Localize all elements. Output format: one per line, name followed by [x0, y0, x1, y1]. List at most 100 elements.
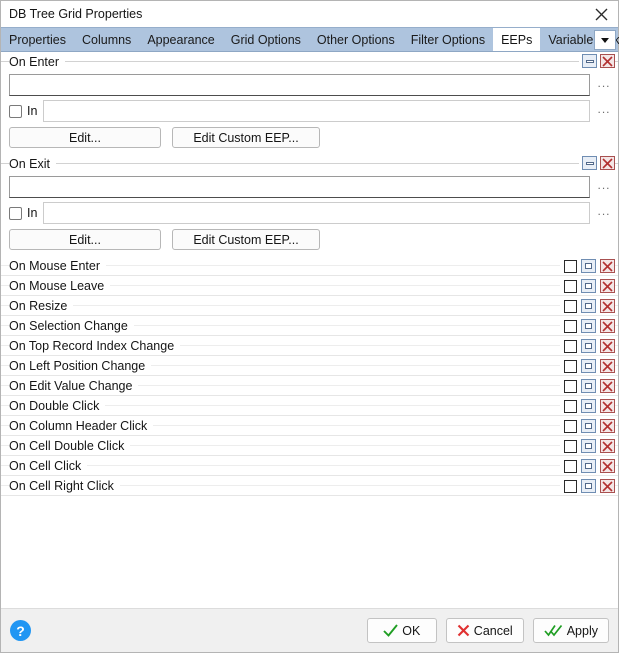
- event-enabled-checkbox[interactable]: [564, 339, 577, 353]
- cross-glyph: [602, 360, 613, 372]
- restore-icon[interactable]: [581, 279, 596, 293]
- cross-glyph: [602, 460, 613, 472]
- cancel-button[interactable]: Cancel: [445, 618, 524, 643]
- tab-filter-options[interactable]: Filter Options: [403, 28, 493, 51]
- restore-icon[interactable]: [581, 319, 596, 333]
- group-tools: [579, 156, 615, 170]
- close-icon[interactable]: [600, 319, 615, 333]
- event-enabled-checkbox[interactable]: [564, 439, 577, 453]
- restore-icon[interactable]: [581, 359, 596, 373]
- tab-grid-options[interactable]: Grid Options: [223, 28, 309, 51]
- event-enabled-checkbox[interactable]: [564, 359, 577, 373]
- on-enter-browse-button[interactable]: ...: [590, 77, 618, 92]
- close-icon: [595, 8, 607, 20]
- event-row: On Mouse Leave: [1, 276, 618, 296]
- tab-other-options[interactable]: Other Options: [309, 28, 403, 51]
- close-icon[interactable]: [600, 339, 615, 353]
- on-enter-eep-input[interactable]: [9, 74, 590, 96]
- close-icon[interactable]: [600, 419, 615, 433]
- restore-icon[interactable]: [581, 479, 596, 493]
- restore-icon[interactable]: [581, 339, 596, 353]
- close-icon[interactable]: [600, 439, 615, 453]
- apply-label: Apply: [566, 623, 598, 638]
- on-exit-in-browse-button[interactable]: ...: [590, 205, 618, 220]
- restore-icon[interactable]: [581, 399, 596, 413]
- dialog-footer: ? OK Cancel Apply: [1, 608, 618, 652]
- event-tools: [560, 299, 615, 313]
- window-close-button[interactable]: [584, 1, 618, 27]
- event-label: On Resize: [9, 298, 74, 313]
- close-icon[interactable]: [600, 156, 615, 170]
- close-icon[interactable]: [600, 379, 615, 393]
- event-label: On Left Position Change: [9, 358, 152, 373]
- event-enabled-checkbox[interactable]: [564, 419, 577, 433]
- event-label: On Edit Value Change: [9, 378, 139, 393]
- tab-bar: Properties Columns Appearance Grid Optio…: [1, 27, 619, 52]
- close-icon[interactable]: [600, 459, 615, 473]
- event-tools: [560, 359, 615, 373]
- group-header: On Enter: [1, 52, 618, 72]
- minimize-icon[interactable]: [582, 54, 597, 68]
- event-tools: [560, 459, 615, 473]
- restore-icon[interactable]: [581, 419, 596, 433]
- on-exit-buttons: Edit... Edit Custom EEP...: [1, 226, 618, 250]
- event-enabled-checkbox[interactable]: [564, 479, 577, 493]
- tab-overflow-button[interactable]: [594, 30, 616, 50]
- close-icon[interactable]: [600, 279, 615, 293]
- event-enabled-checkbox[interactable]: [564, 379, 577, 393]
- event-enabled-checkbox[interactable]: [564, 399, 577, 413]
- event-tools: [560, 259, 615, 273]
- restore-icon[interactable]: [581, 259, 596, 273]
- event-list: On Mouse Enter On Mouse Leave On Resize On …: [1, 256, 618, 496]
- tab-columns[interactable]: Columns: [74, 28, 139, 51]
- close-icon[interactable]: [600, 399, 615, 413]
- apply-button[interactable]: Apply: [532, 618, 609, 643]
- event-enabled-checkbox[interactable]: [564, 459, 577, 473]
- event-enabled-checkbox[interactable]: [564, 299, 577, 313]
- restore-icon[interactable]: [581, 459, 596, 473]
- minimize-icon[interactable]: [582, 156, 597, 170]
- restore-icon[interactable]: [581, 379, 596, 393]
- close-icon[interactable]: [600, 259, 615, 273]
- on-exit-edit-custom-eep-button[interactable]: Edit Custom EEP...: [172, 229, 320, 250]
- restore-icon[interactable]: [581, 439, 596, 453]
- chevron-down-icon: [601, 37, 609, 43]
- close-icon[interactable]: [600, 359, 615, 373]
- event-row: On Column Header Click: [1, 416, 618, 436]
- on-enter-in-checkbox[interactable]: [9, 104, 22, 118]
- event-row: On Resize: [1, 296, 618, 316]
- on-enter-in-input[interactable]: [43, 100, 590, 122]
- on-exit-browse-button[interactable]: ...: [590, 179, 618, 194]
- event-enabled-checkbox[interactable]: [564, 319, 577, 333]
- close-icon[interactable]: [600, 299, 615, 313]
- on-exit-edit-button[interactable]: Edit...: [9, 229, 161, 250]
- event-row: On Selection Change: [1, 316, 618, 336]
- restore-icon[interactable]: [581, 299, 596, 313]
- close-icon[interactable]: [600, 479, 615, 493]
- on-exit-eep-input[interactable]: [9, 176, 590, 198]
- event-label: On Column Header Click: [9, 418, 154, 433]
- cancel-label: Cancel: [473, 623, 513, 638]
- properties-dialog: DB Tree Grid Properties Properties Colum…: [0, 0, 619, 653]
- event-divider: [1, 305, 618, 306]
- group-on-enter: On Enter ... In ... Edit... Edit Custom …: [1, 52, 618, 154]
- title-bar: DB Tree Grid Properties: [1, 1, 618, 27]
- on-enter-in-browse-button[interactable]: ...: [590, 103, 618, 118]
- on-exit-in-checkbox[interactable]: [9, 206, 22, 220]
- event-enabled-checkbox[interactable]: [564, 259, 577, 273]
- tab-properties[interactable]: Properties: [1, 28, 74, 51]
- on-enter-edit-custom-eep-button[interactable]: Edit Custom EEP...: [172, 127, 320, 148]
- event-label: On Cell Double Click: [9, 438, 131, 453]
- cross-glyph: [602, 55, 613, 67]
- help-button[interactable]: ?: [10, 620, 31, 641]
- tab-eeps[interactable]: EEPs: [493, 28, 541, 51]
- tab-appearance[interactable]: Appearance: [139, 28, 222, 51]
- group-tools: [579, 54, 615, 68]
- on-enter-edit-button[interactable]: Edit...: [9, 127, 161, 148]
- event-tools: [560, 479, 615, 493]
- event-enabled-checkbox[interactable]: [564, 279, 577, 293]
- on-exit-in-input[interactable]: [43, 202, 590, 224]
- ok-button[interactable]: OK: [366, 618, 437, 643]
- close-icon[interactable]: [600, 54, 615, 68]
- event-tools: [560, 399, 615, 413]
